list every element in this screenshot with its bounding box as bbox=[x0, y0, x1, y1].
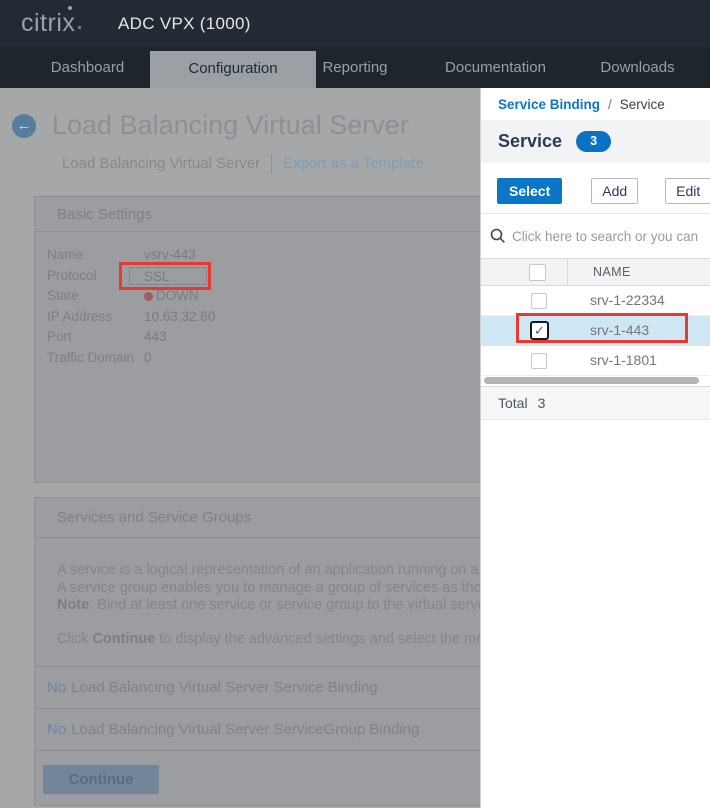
breadcrumb: Service Binding / Service bbox=[481, 88, 710, 120]
column-separator bbox=[567, 259, 568, 285]
total-label: Total bbox=[498, 395, 528, 411]
top-header-bar: citrix ADC VPX (1000) bbox=[0, 0, 710, 47]
search-icon bbox=[490, 228, 505, 243]
nav-tab-documentation[interactable]: Documentation bbox=[428, 47, 563, 88]
nav-tab-downloads[interactable]: Downloads bbox=[585, 47, 690, 88]
export-as-template-link[interactable]: Export as a Template bbox=[283, 155, 424, 172]
nav-tab-dashboard[interactable]: Dashboard bbox=[35, 47, 140, 88]
panel-title-band: Service 3 bbox=[481, 120, 710, 163]
row-checkbox[interactable] bbox=[531, 353, 547, 369]
citrix-adc-app: citrix ADC VPX (1000) Dashboard Configur… bbox=[0, 0, 710, 808]
add-button[interactable]: Add bbox=[591, 178, 639, 204]
breadcrumb-separator: / bbox=[608, 97, 612, 112]
annotation-box-selected-service bbox=[516, 313, 688, 343]
state-down-dot-icon bbox=[144, 292, 153, 302]
table-row[interactable]: srv-1-1801 bbox=[481, 346, 710, 376]
view-tab-label: Load Balancing Virtual Server bbox=[62, 154, 261, 172]
logo-trademark-dot bbox=[78, 26, 82, 29]
table-header: NAME bbox=[481, 258, 710, 286]
primary-nav: Dashboard Configuration Reporting Docume… bbox=[0, 47, 710, 88]
breadcrumb-service-binding-link[interactable]: Service Binding bbox=[498, 97, 600, 112]
state-value: DOWN bbox=[156, 288, 199, 304]
panel-title: Service bbox=[498, 131, 563, 151]
page-title: Load Balancing Virtual Server bbox=[52, 110, 409, 140]
nav-tab-configuration[interactable]: Configuration bbox=[150, 51, 316, 88]
table-row[interactable]: srv-1-22334 bbox=[481, 286, 710, 316]
total-count: 3 bbox=[537, 395, 546, 411]
back-button[interactable]: ← bbox=[12, 114, 36, 138]
product-name: ADC VPX (1000) bbox=[118, 14, 251, 33]
continue-button[interactable]: Continue bbox=[43, 765, 159, 794]
search-row bbox=[481, 213, 710, 258]
service-selection-panel: Service Binding / Service Service 3 Select… bbox=[480, 88, 710, 808]
back-arrow-icon: ← bbox=[16, 117, 32, 134]
view-tab-row: Load Balancing Virtual Server Export as a… bbox=[62, 154, 424, 176]
row-checkbox[interactable] bbox=[531, 293, 547, 309]
select-button[interactable]: Select bbox=[497, 178, 563, 204]
panel-actions: Select Add Edit bbox=[481, 163, 710, 213]
select-all-checkbox[interactable] bbox=[529, 264, 546, 281]
annotation-box-protocol-ssl bbox=[119, 262, 211, 290]
breadcrumb-current: Service bbox=[619, 97, 665, 112]
vertical-divider bbox=[271, 154, 273, 174]
horizontal-scrollbar[interactable] bbox=[484, 377, 699, 384]
citrix-logo: citrix bbox=[21, 9, 82, 38]
total-row: Total 3 bbox=[481, 386, 710, 420]
search-input[interactable] bbox=[512, 228, 702, 244]
nav-tab-reporting[interactable]: Reporting bbox=[305, 47, 405, 88]
name-column-header[interactable]: NAME bbox=[593, 259, 631, 286]
count-badge: 3 bbox=[576, 131, 612, 152]
edit-button[interactable]: Edit bbox=[665, 178, 710, 204]
